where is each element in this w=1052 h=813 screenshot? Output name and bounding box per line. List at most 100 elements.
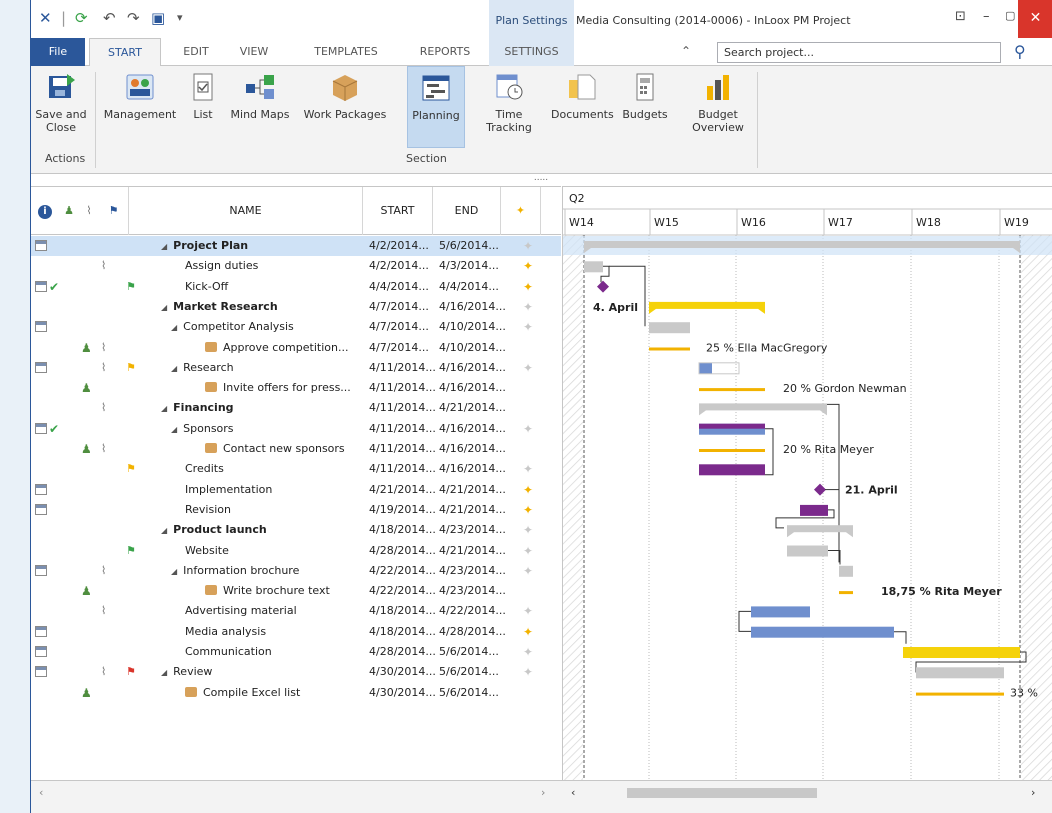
table-row[interactable]: ◢ Competitor Analysis 4/7/2014... 4/10/2014… xyxy=(31,317,561,337)
collapse-icon[interactable]: ◢ xyxy=(161,242,167,251)
collapse-icon[interactable]: ◢ xyxy=(161,303,167,312)
refresh-icon[interactable]: ⟳ xyxy=(75,10,88,26)
pin-icon[interactable]: ✦ xyxy=(523,601,533,621)
scrollbar-thumb[interactable] xyxy=(627,788,817,798)
tab-reports[interactable]: REPORTS xyxy=(409,38,481,66)
mind-maps-button[interactable]: Mind Maps xyxy=(227,66,293,148)
table-row[interactable]: ♟ ⌇ Approve competition... 4/7/2014... 4/10/… xyxy=(31,338,561,358)
undo-icon[interactable]: ↶ xyxy=(103,10,116,26)
planning-icon xyxy=(422,75,450,101)
table-row[interactable]: ⌇ ⚑ ◢ Research 4/11/2014... 4/16/2014... ✦ xyxy=(31,358,561,378)
pin-icon[interactable]: ✦ xyxy=(523,622,533,642)
column-name[interactable]: NAME xyxy=(129,187,363,235)
dependency-line xyxy=(828,550,841,565)
collapse-icon[interactable]: ◢ xyxy=(171,364,177,373)
tab-view[interactable]: VIEW xyxy=(227,38,281,66)
tab-settings[interactable]: SETTINGS xyxy=(489,38,574,66)
tab-edit[interactable]: EDIT xyxy=(171,38,221,66)
time-tracking-button[interactable]: Time Tracking xyxy=(471,66,547,148)
collapse-icon[interactable]: ◢ xyxy=(171,323,177,332)
collapse-icon[interactable]: ◢ xyxy=(171,425,177,434)
table-row[interactable]: ⚑ Website 4/28/2014... 4/21/2014... ✦ xyxy=(31,541,561,561)
info-icon[interactable]: i xyxy=(31,187,59,235)
pin-icon[interactable]: ✦ xyxy=(523,561,533,581)
table-row[interactable]: ✔ ◢ Sponsors 4/11/2014... 4/16/2014... ✦ xyxy=(31,419,561,439)
table-row[interactable]: Revision 4/19/2014... 4/21/2014... ✦ xyxy=(31,500,561,520)
work-packages-button[interactable]: Work Packages xyxy=(299,66,391,148)
pin-icon[interactable]: ✦ xyxy=(523,662,533,682)
flag-icon[interactable]: ⚑ xyxy=(99,187,129,235)
person-icon[interactable]: ♟ xyxy=(59,187,79,235)
table-row[interactable]: ⌇ ⚑ ◢ Review 4/30/2014... 5/6/2014... ✦ xyxy=(31,662,561,682)
collapse-icon[interactable]: ◢ xyxy=(161,668,167,677)
close-button[interactable]: ✕ xyxy=(1018,0,1052,38)
pin-icon[interactable]: ✦ xyxy=(523,419,533,439)
collapse-icon[interactable]: ◢ xyxy=(171,567,177,576)
maximize-button[interactable]: ▢ xyxy=(1005,9,1015,22)
management-button[interactable]: Management xyxy=(101,66,179,148)
pin-icon[interactable]: ✦ xyxy=(523,459,533,479)
table-row[interactable]: ♟ Invite offers for press... 4/11/2014... 4… xyxy=(31,378,561,398)
table-row[interactable]: ⌇ ◢ Information brochure 4/22/2014... 4/23/2… xyxy=(31,561,561,581)
tab-templates[interactable]: TEMPLATES xyxy=(301,38,391,66)
collapse-icon[interactable]: ◢ xyxy=(161,404,167,413)
planning-button[interactable]: Planning xyxy=(407,66,465,148)
plan-settings-context-tab[interactable]: Plan Settings xyxy=(489,0,574,38)
table-row[interactable]: Media analysis 4/18/2014... 4/28/2014... ✦ xyxy=(31,622,561,642)
pin-icon[interactable]: ✦ xyxy=(523,297,533,317)
column-end[interactable]: END xyxy=(433,187,501,235)
minimize-button[interactable]: – xyxy=(983,9,990,24)
list-button[interactable]: List xyxy=(185,66,221,148)
pin-icon[interactable]: ✦ xyxy=(523,236,533,256)
pin-icon[interactable]: ✦ xyxy=(523,480,533,500)
customize-toolbar-icon[interactable]: ▾ xyxy=(177,10,183,26)
table-row[interactable]: ◢ Product launch 4/18/2014... 4/23/2014... ✦ xyxy=(31,520,561,540)
save-and-close-button[interactable]: Save and Close xyxy=(35,66,87,148)
task-name: Product launch xyxy=(173,523,267,537)
table-row[interactable]: ⌇ Assign duties 4/2/2014... 4/3/2014... ✦ xyxy=(31,256,561,276)
documents-button[interactable]: Documents xyxy=(551,66,614,148)
column-start[interactable]: START xyxy=(363,187,433,235)
search-input[interactable]: Search project... xyxy=(717,42,1001,63)
ribbon-display-icon[interactable]: ⊡ xyxy=(955,9,966,24)
pin-icon[interactable]: ✦ xyxy=(523,642,533,662)
table-row[interactable]: ♟ Write brochure text 4/22/2014... 4/23/201… xyxy=(31,581,561,601)
tab-start[interactable]: START xyxy=(89,38,161,67)
table-row[interactable]: ◢ Project Plan 4/2/2014... 5/6/2014... ✦ xyxy=(31,236,561,256)
pin-icon[interactable]: ✦ xyxy=(523,256,533,276)
budget-overview-button[interactable]: Budget Overview xyxy=(683,66,753,148)
table-row[interactable]: ✔ ⚑ Kick-Off 4/4/2014... 4/4/2014... ✦ xyxy=(31,277,561,297)
table-row[interactable]: ♟ Compile Excel list 4/30/2014... 5/6/2014.… xyxy=(31,683,561,703)
scroll-left-icon[interactable]: ‹ xyxy=(39,786,43,799)
table-row[interactable]: ⌇ Advertising material 4/18/2014... 4/22/20… xyxy=(31,601,561,621)
attachment-icon[interactable]: ⌇ xyxy=(79,187,99,235)
redo-icon[interactable]: ↷ xyxy=(127,10,140,26)
table-row[interactable]: ◢ Market Research 4/7/2014... 4/16/2014... ✦ xyxy=(31,297,561,317)
pin-icon[interactable]: ✦ xyxy=(523,520,533,540)
pin-icon[interactable]: ✦ xyxy=(523,500,533,520)
budgets-button[interactable]: Budgets xyxy=(617,66,673,148)
pin-icon[interactable]: ✦ xyxy=(523,541,533,561)
table-row[interactable]: ⚑ Credits 4/11/2014... 4/16/2014... ✦ xyxy=(31,459,561,479)
scroll-right-icon[interactable]: › xyxy=(541,786,545,799)
collapse-icon[interactable]: ◢ xyxy=(161,526,167,535)
gantt-scroll-right-icon[interactable]: › xyxy=(1031,786,1035,799)
progress-bar xyxy=(699,388,765,392)
pin-icon[interactable]: ✦ xyxy=(501,187,541,235)
tab-file[interactable]: File xyxy=(31,38,85,66)
save-icon[interactable]: ▣ xyxy=(151,10,165,26)
task-end: 4/21/2014... xyxy=(439,502,506,516)
search-icon[interactable]: ⚲ xyxy=(1014,42,1026,61)
pin-icon[interactable]: ✦ xyxy=(523,317,533,337)
gantt-scroll-left-icon[interactable]: ‹ xyxy=(571,786,575,799)
pin-icon[interactable]: ✦ xyxy=(523,358,533,378)
splitter-handle[interactable]: ..... xyxy=(521,174,561,186)
table-row[interactable]: ♟ ⌇ Contact new sponsors 4/11/2014... 4/16/2… xyxy=(31,439,561,459)
task-bar xyxy=(649,322,690,334)
collapse-ribbon-icon[interactable]: ⌃ xyxy=(681,44,691,58)
table-row[interactable]: ⌇ ◢ Financing 4/11/2014... 4/21/2014... xyxy=(31,398,561,418)
table-row[interactable]: Communication 4/28/2014... 5/6/2014... ✦ xyxy=(31,642,561,662)
pin-icon[interactable]: ✦ xyxy=(523,277,533,297)
table-row[interactable]: Implementation 4/21/2014... 4/21/2014... ✦ xyxy=(31,480,561,500)
package-icon xyxy=(185,686,197,697)
